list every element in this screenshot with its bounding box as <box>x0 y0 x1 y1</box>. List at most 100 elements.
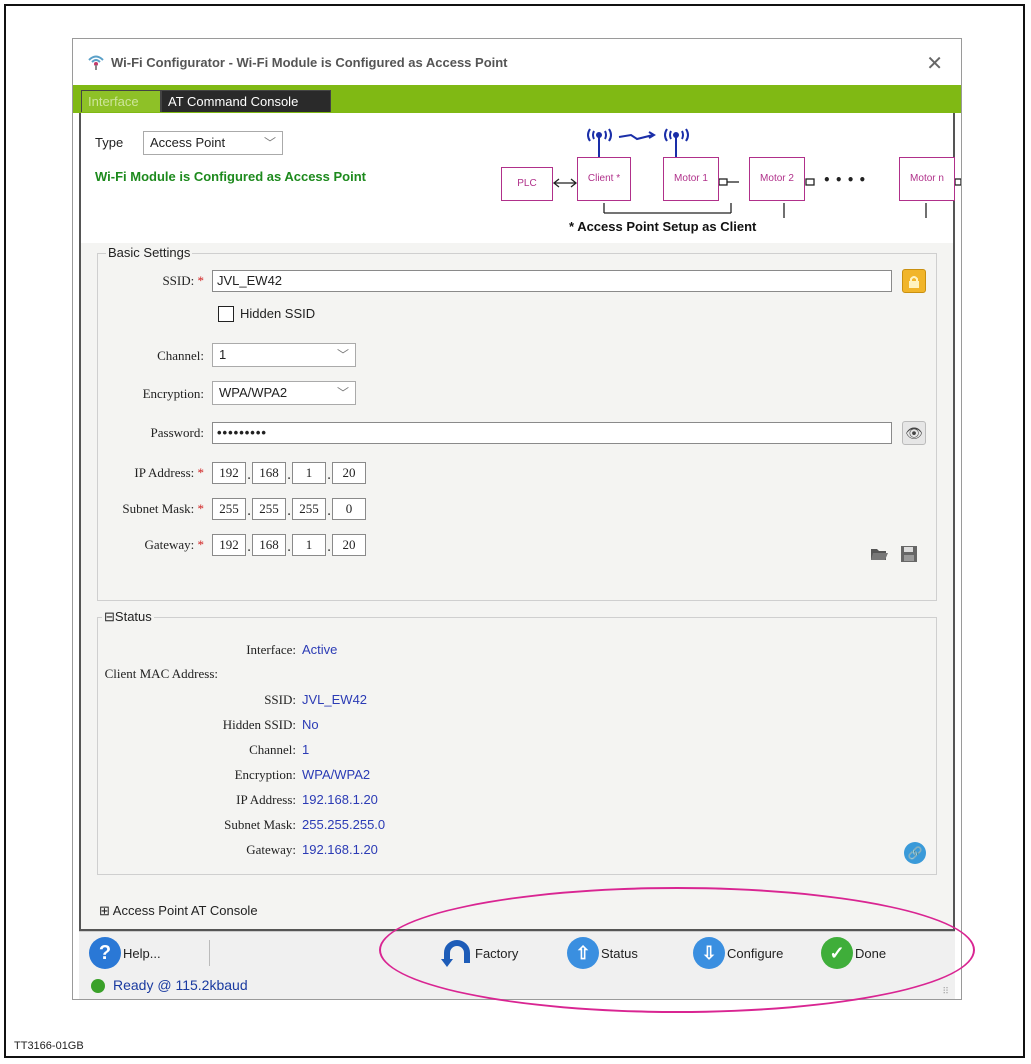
status-row-label: Encryption: <box>234 767 296 782</box>
subnet-octet-2[interactable]: 255 <box>252 498 286 520</box>
ip-dot: . <box>327 468 332 483</box>
configure-label: Configure <box>727 945 784 961</box>
toolbar-divider <box>209 940 210 966</box>
status-row-label: Gateway: <box>246 842 296 857</box>
status-row-value: JVL_EW42 <box>302 692 368 707</box>
diagram-box-motor-2: Motor 2 <box>749 157 805 201</box>
subnet-octet-4[interactable]: 0 <box>332 498 366 520</box>
channel-select[interactable]: 1 ﹀ <box>212 343 356 367</box>
save-icon[interactable] <box>898 544 920 566</box>
basic-settings-title: Basic Settings <box>106 245 193 260</box>
subnet-octet-3[interactable]: 255 <box>292 498 326 520</box>
ip-dot: . <box>287 468 292 483</box>
status-row-label: Subnet Mask: <box>224 817 296 832</box>
tab-at-command-console[interactable]: AT Command Console <box>161 90 331 112</box>
window-title: Wi-Fi Configurator - Wi-Fi Module is Con… <box>111 55 508 70</box>
basic-settings-group: Basic Settings SSID: * JVL_EW42 Hidden S… <box>97 245 937 601</box>
chevron-down-icon: ﹀ <box>336 386 349 400</box>
status-row-label: Client MAC Address: <box>104 666 218 681</box>
status-row-label: Interface: <box>246 642 296 657</box>
ip-dot: . <box>247 504 252 519</box>
tab-interface[interactable]: Interface <box>81 90 161 112</box>
status-group: ⊟Status Interface: Active Client MAC Add… <box>97 609 937 875</box>
gateway-octet-2[interactable]: 168 <box>252 534 286 556</box>
ip-dot: . <box>327 540 332 555</box>
save-glyph <box>901 546 917 562</box>
diagram-box-client: Client * <box>577 157 631 201</box>
ssid-label-text: SSID: <box>162 273 195 288</box>
subnet-mask-label: Subnet Mask: * <box>98 501 204 517</box>
open-folder-glyph <box>871 549 888 560</box>
tab-strip: Interface AT Command Console <box>73 85 961 113</box>
ip-dot: . <box>247 540 252 555</box>
gateway-label-text: Gateway: <box>144 537 195 552</box>
ip-dot: . <box>327 504 332 519</box>
ap-at-console-expander[interactable]: ⊞ Access Point AT Console <box>99 903 258 919</box>
hidden-ssid-label: Hidden SSID <box>240 306 316 321</box>
interface-panel: Type Access Point ﹀ Wi-Fi Module is Conf… <box>79 113 961 931</box>
gateway-octet-1[interactable]: 192 <box>212 534 246 556</box>
ip-octet-4[interactable]: 20 <box>332 462 366 484</box>
done-label: Done <box>855 945 887 961</box>
type-select[interactable]: Access Point ﹀ <box>143 131 283 155</box>
ip-dot: . <box>247 468 252 483</box>
status-row-value: 1 <box>302 742 310 757</box>
factory-reset-glyph <box>441 940 470 967</box>
ip-dot: . <box>287 540 292 555</box>
required-marker: * <box>197 273 205 288</box>
ssid-input[interactable]: JVL_EW42 <box>212 270 892 292</box>
type-label: Type <box>95 135 124 150</box>
factory-button[interactable]: Factory <box>441 936 518 970</box>
gateway-octet-4[interactable]: 20 <box>332 534 366 556</box>
resize-grip-icon[interactable]: ⠿ <box>942 987 949 997</box>
status-row-label: Hidden SSID: <box>222 717 296 732</box>
diagram-box-motor-1: Motor 1 <box>663 157 719 201</box>
chevron-down-icon: ﹀ <box>263 136 276 150</box>
status-row-value: 255.255.255.0 <box>302 817 386 832</box>
ip-octet-2[interactable]: 168 <box>252 462 286 484</box>
diagram-lines <box>552 128 961 218</box>
ip-dot: . <box>287 504 292 519</box>
subnet-octet-1[interactable]: 255 <box>212 498 246 520</box>
diagram-box-plc: PLC <box>501 167 553 201</box>
required-marker: * <box>197 465 205 480</box>
status-title-text: Status <box>114 609 152 624</box>
help-button[interactable]: ? Help... <box>89 936 161 970</box>
ip-octet-1[interactable]: 192 <box>212 462 246 484</box>
configure-button[interactable]: ⇩ Configure <box>693 936 783 970</box>
help-icon: ? <box>89 937 121 969</box>
arrow-up-icon: ⇧ <box>567 937 599 969</box>
gateway-octet-3[interactable]: 1 <box>292 534 326 556</box>
encryption-select[interactable]: WPA/WPA2 ﹀ <box>212 381 356 405</box>
status-row-label: IP Address: <box>236 792 296 807</box>
status-row-value: 192.168.1.20 <box>302 792 378 807</box>
diagram-caption: * Access Point Setup as Client <box>569 219 757 234</box>
close-button[interactable]: ✕ <box>926 51 943 75</box>
factory-reset-icon <box>441 937 473 969</box>
footer-toolbar: ? Help... Factory ⇧ Status ⇩ Configure ✓… <box>79 931 955 972</box>
status-label: Status <box>601 945 638 961</box>
done-button[interactable]: ✓ Done <box>821 936 886 970</box>
status-row-label: Channel: <box>249 742 296 757</box>
status-title[interactable]: ⊟Status <box>102 609 154 625</box>
type-select-value: Access Point <box>150 135 226 150</box>
arrow-down-icon: ⇩ <box>693 937 725 969</box>
link-icon[interactable]: 🔗 <box>904 842 926 864</box>
required-marker: * <box>197 537 205 552</box>
hidden-ssid-checkbox[interactable] <box>218 306 234 322</box>
chevron-down-icon: ﹀ <box>336 348 349 362</box>
diagram-ellipsis: • • • • <box>823 173 867 187</box>
open-folder-icon[interactable] <box>868 544 890 566</box>
status-button[interactable]: ⇧ Status <box>567 936 638 970</box>
status-bar: Ready @ 115.2kbaud ⠿ <box>79 971 955 999</box>
lock-icon[interactable] <box>902 269 926 293</box>
lock-icon-glyph <box>909 276 919 288</box>
eye-icon[interactable]: 👁 <box>902 421 926 445</box>
help-label: Help... <box>123 945 161 961</box>
password-input[interactable]: ••••••••• <box>212 422 892 444</box>
network-diagram: PLC Client * Motor 1 Motor 2 • • • • Mot… <box>491 123 961 243</box>
ap-at-console-label: Access Point AT Console <box>112 903 258 918</box>
wifi-configurator-window: Wi-Fi Configurator - Wi-Fi Module is Con… <box>72 38 962 1000</box>
ip-octet-3[interactable]: 1 <box>292 462 326 484</box>
channel-select-value: 1 <box>219 347 227 362</box>
